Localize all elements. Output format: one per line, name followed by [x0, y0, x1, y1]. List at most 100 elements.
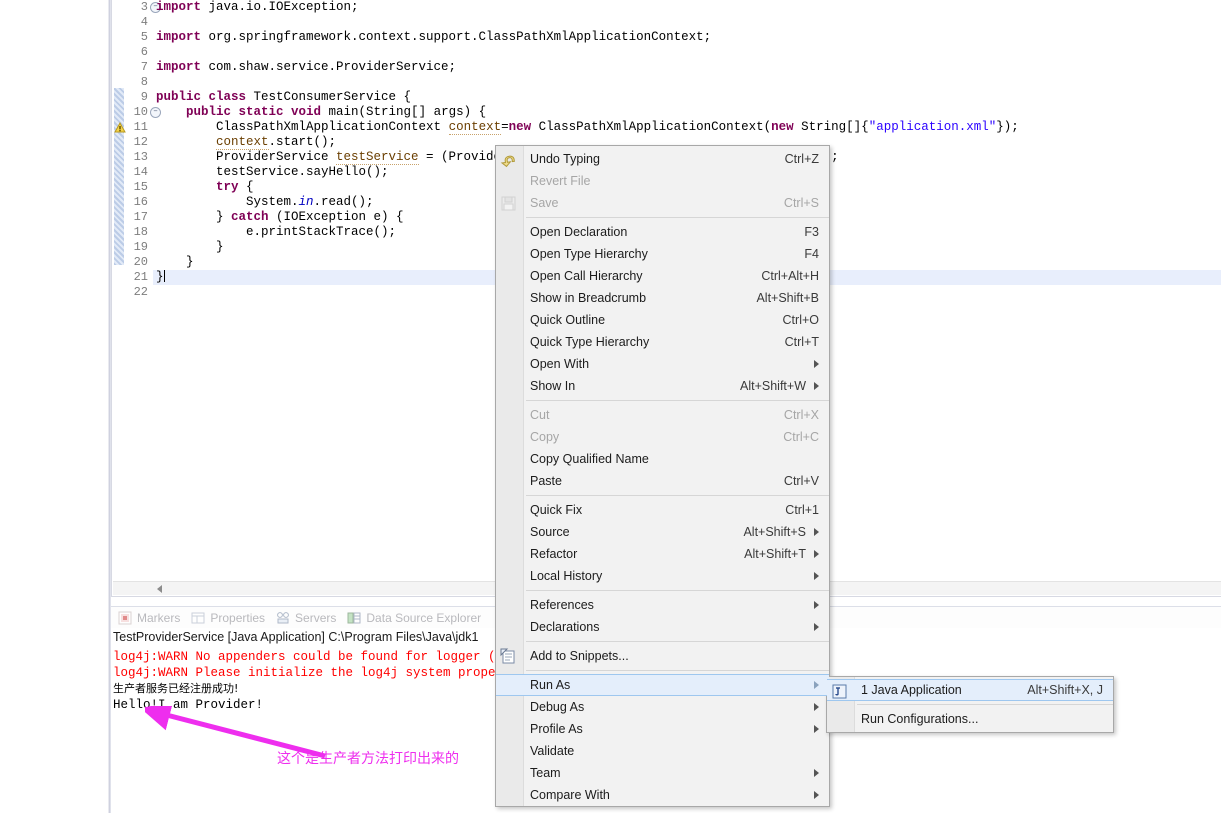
menu-item-source[interactable]: Source Alt+Shift+S: [496, 521, 829, 543]
submenu-arrow-icon: [814, 382, 819, 390]
code-token: import: [156, 0, 202, 14]
submenu-arrow-icon: [814, 681, 819, 689]
menu-item-label: Save: [530, 196, 559, 210]
editor-gutter[interactable]: 345678910111213141516171819202122: [112, 0, 161, 596]
menu-item-label: References: [530, 598, 594, 612]
code-token: catch: [231, 210, 269, 224]
menu-item-copy-qualified-name[interactable]: Copy Qualified Name: [496, 448, 829, 470]
line-number: 9: [140, 90, 148, 104]
code-token: =: [501, 120, 509, 134]
scroll-left-arrow-icon[interactable]: [157, 585, 162, 593]
menu-item-add-to-snippets[interactable]: Add to Snippets...: [496, 645, 829, 667]
menu-item-accelerator: Ctrl+1: [785, 503, 819, 517]
line-number-ruler: 345678910111213141516171819202122: [112, 0, 161, 300]
code-token: .read();: [313, 195, 374, 209]
code-token: in: [298, 195, 314, 209]
run-as-item-1-java-application[interactable]: 1 Java Application Alt+Shift+X, J: [827, 679, 1113, 701]
code-line[interactable]: [153, 45, 1221, 60]
menu-item-profile-as[interactable]: Profile As: [496, 718, 829, 740]
menu-item-label: Open With: [530, 357, 590, 371]
code-line[interactable]: import com.shaw.service.ProviderService;: [153, 60, 1221, 75]
snippets-icon: [500, 648, 515, 664]
warning-marker-icon[interactable]: [114, 122, 126, 134]
code-line[interactable]: public class TestConsumerService {: [153, 90, 1221, 105]
bottom-tab-markers[interactable]: Markers: [115, 607, 188, 629]
line-number: 5: [140, 30, 148, 44]
menu-item-team[interactable]: Team: [496, 762, 829, 784]
menu-separator: [526, 495, 829, 496]
menu-item-label: Local History: [530, 569, 603, 583]
code-token: new: [771, 120, 794, 134]
code-token: TestConsumerService {: [246, 90, 412, 104]
menu-item-revert-file: Revert File: [496, 170, 829, 192]
submenu-arrow-icon: [814, 601, 819, 609]
menu-separator: [526, 590, 829, 591]
editor-context-menu[interactable]: Undo Typing Ctrl+Z Revert File Save Ctrl+S Op…: [495, 145, 830, 807]
menu-item-label: Open Declaration: [530, 225, 628, 239]
menu-item-accelerator: Ctrl+C: [783, 430, 819, 444]
menu-item-quick-type-hierarchy[interactable]: Quick Type Hierarchy Ctrl+T: [496, 331, 829, 353]
menu-item-local-history[interactable]: Local History: [496, 565, 829, 587]
menu-item-show-in-breadcrumb[interactable]: Show in Breadcrumb Alt+Shift+B: [496, 287, 829, 309]
datasource-icon: [347, 612, 361, 624]
menu-item-show-in[interactable]: Show In Alt+Shift+W: [496, 375, 829, 397]
menu-item-open-type-hierarchy[interactable]: Open Type Hierarchy F4: [496, 243, 829, 265]
menu-item-label: 1 Java Application: [861, 683, 962, 697]
code-line[interactable]: ClassPathXmlApplicationContext context=n…: [153, 120, 1221, 135]
bottom-tab-servers[interactable]: Servers: [273, 607, 344, 629]
menu-item-accelerator: Ctrl+Z: [784, 152, 819, 166]
menu-item-references[interactable]: References: [496, 594, 829, 616]
bottom-tab-properties[interactable]: Properties: [188, 607, 273, 629]
menu-item-open-call-hierarchy[interactable]: Open Call Hierarchy Ctrl+Alt+H: [496, 265, 829, 287]
menu-item-quick-fix[interactable]: Quick Fix Ctrl+1: [496, 499, 829, 521]
menu-item-quick-outline[interactable]: Quick Outline Ctrl+O: [496, 309, 829, 331]
line-number: 18: [133, 225, 148, 239]
menu-item-undo-typing[interactable]: Undo Typing Ctrl+Z: [496, 148, 829, 170]
menu-item-accelerator: Ctrl+S: [783, 196, 819, 210]
menu-item-run-as[interactable]: Run As: [496, 674, 829, 696]
code-token: e.printStackTrace();: [156, 225, 397, 239]
menu-item-open-with[interactable]: Open With: [496, 353, 829, 375]
menu-item-label: Paste: [530, 474, 562, 488]
run-as-item-run-configurations[interactable]: Run Configurations...: [827, 708, 1113, 730]
run-as-submenu[interactable]: 1 Java Application Alt+Shift+X, J Run Conf…: [826, 676, 1114, 733]
menu-item-open-declaration[interactable]: Open Declaration F3: [496, 221, 829, 243]
code-token: com.shaw.service.ProviderService;: [201, 60, 457, 74]
code-token: System.: [156, 195, 299, 209]
menu-item-label: Copy Qualified Name: [530, 452, 649, 466]
menu-item-label: Copy: [530, 430, 560, 444]
annotation-text: 这个是生产者方法打印出来的: [277, 751, 459, 767]
menu-item-declarations[interactable]: Declarations: [496, 616, 829, 638]
code-token: context: [448, 120, 502, 135]
menu-item-label: Add to Snippets...: [530, 649, 629, 663]
code-line[interactable]: import java.io.IOException;: [153, 0, 1221, 15]
submenu-arrow-icon: [814, 572, 819, 580]
code-line[interactable]: import org.springframework.context.suppo…: [153, 30, 1221, 45]
save-icon: [501, 196, 516, 211]
code-token: String[]{: [793, 120, 869, 134]
code-line[interactable]: public static void main(String[] args) {: [153, 105, 1221, 120]
text-caret: [163, 270, 165, 282]
code-line[interactable]: [153, 75, 1221, 90]
line-number: 22: [133, 285, 148, 299]
menu-separator: [526, 400, 829, 401]
menu-item-accelerator: Ctrl+Alt+H: [761, 269, 819, 283]
menu-item-paste[interactable]: Paste Ctrl+V: [496, 470, 829, 492]
eclipse-workbench: 345678910111213141516171819202122 import…: [0, 0, 1221, 813]
menu-item-debug-as[interactable]: Debug As: [496, 696, 829, 718]
menu-item-label: Show In: [530, 379, 576, 393]
menu-item-compare-with[interactable]: Compare With: [496, 784, 829, 806]
bottom-tab-data-source-explorer[interactable]: Data Source Explorer: [344, 607, 489, 629]
code-line[interactable]: [153, 15, 1221, 30]
submenu-arrow-icon: [814, 550, 819, 558]
line-number: 14: [133, 165, 148, 179]
code-token: public class: [156, 90, 247, 104]
line-number: 13: [133, 150, 148, 164]
code-token: testService.sayHello();: [156, 165, 389, 179]
menu-item-refactor[interactable]: Refactor Alt+Shift+T: [496, 543, 829, 565]
code-token: org.springframework.context.support.Clas…: [201, 30, 712, 44]
menu-item-validate[interactable]: Validate: [496, 740, 829, 762]
line-number: 3: [112, 0, 161, 15]
